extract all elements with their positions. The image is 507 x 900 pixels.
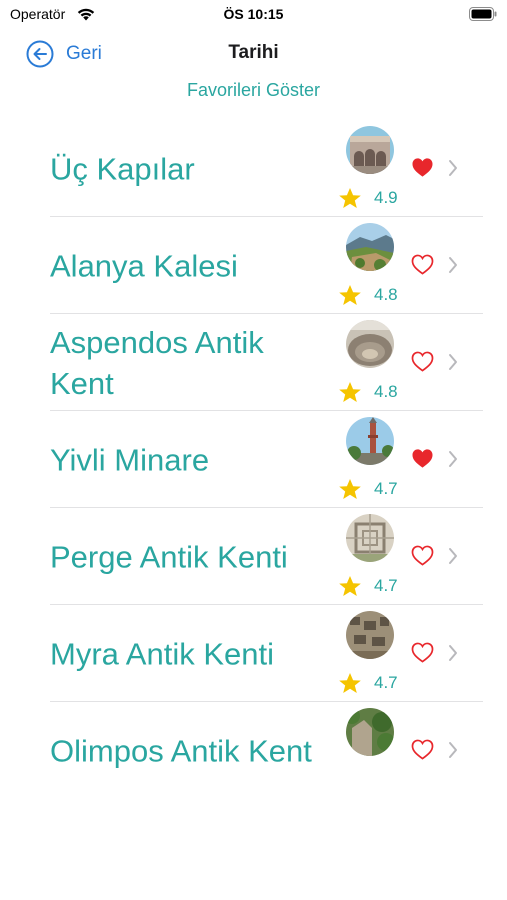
place-thumbnail [346,126,394,174]
place-rating: 4.9 [374,188,398,207]
place-row[interactable]: Aspendos Antik Kent 4.8 [50,314,483,411]
star-icon [339,673,361,693]
place-thumbnail [346,708,394,756]
place-thumbnail [346,320,394,368]
place-thumbnail [346,611,394,659]
clock: ÖS 10:15 [223,6,284,22]
star-icon [339,382,361,402]
place-name: Myra Antik Kenti [50,636,274,671]
place-name: Alanya Kalesi [50,248,238,283]
place-row[interactable]: Üç Kapılar 4.9 [50,120,483,217]
places-list: Üç Kapılar 4.9 Alanya Kalesi 4.8 Aspendos An… [0,120,507,768]
place-thumbnail [346,223,394,271]
star-icon [339,285,361,305]
place-row[interactable]: Myra Antik Kenti 4.7 [50,605,483,702]
status-bar: Operatör ÖS 10:15 [0,0,507,28]
place-name: Yivli Minare [50,442,210,477]
place-name: Perge Antik Kenti [50,539,288,574]
back-button[interactable]: Geri [26,39,102,69]
heart-outline-icon[interactable] [411,545,434,566]
back-label: Geri [66,43,102,64]
place-rating: 4.7 [374,479,398,498]
heart-outline-icon[interactable] [411,351,434,372]
navigation-bar: Geri Tarihi [0,32,507,76]
place-rating: 4.7 [374,576,398,595]
show-favorites-button[interactable]: Favorileri Göster [0,80,507,101]
chevron-right-icon [449,451,457,467]
chevron-right-icon [449,257,457,273]
place-row[interactable]: Yivli Minare 4.7 [50,411,483,508]
place-name: Olimpos Antik Kent [50,733,312,768]
heart-outline-icon[interactable] [411,739,434,760]
chevron-right-icon [449,645,457,661]
star-icon [339,479,361,499]
place-rating: 4.8 [374,285,398,304]
place-name: Üç Kapılar [50,151,195,186]
chevron-right-icon [449,548,457,564]
heart-outline-icon[interactable] [411,642,434,663]
chevron-right-icon [449,160,457,176]
star-icon [339,576,361,596]
chevron-right-icon [449,354,457,370]
back-arrow-circle-icon [26,40,54,68]
heart-outline-icon[interactable] [411,254,434,275]
place-thumbnail [346,514,394,562]
star-icon [339,188,361,208]
heart-filled-icon[interactable] [411,157,434,178]
heart-filled-icon[interactable] [411,448,434,469]
battery-icon [469,7,497,21]
place-thumbnail [346,417,394,465]
place-row[interactable]: Perge Antik Kenti 4.7 [50,508,483,605]
place-row[interactable]: Olimpos Antik Kent [50,702,483,768]
place-name: Aspendos Antik Kent [50,324,264,401]
chevron-right-icon [449,742,457,758]
place-row[interactable]: Alanya Kalesi 4.8 [50,217,483,314]
place-rating: 4.7 [374,673,398,692]
place-rating: 4.8 [374,382,398,401]
